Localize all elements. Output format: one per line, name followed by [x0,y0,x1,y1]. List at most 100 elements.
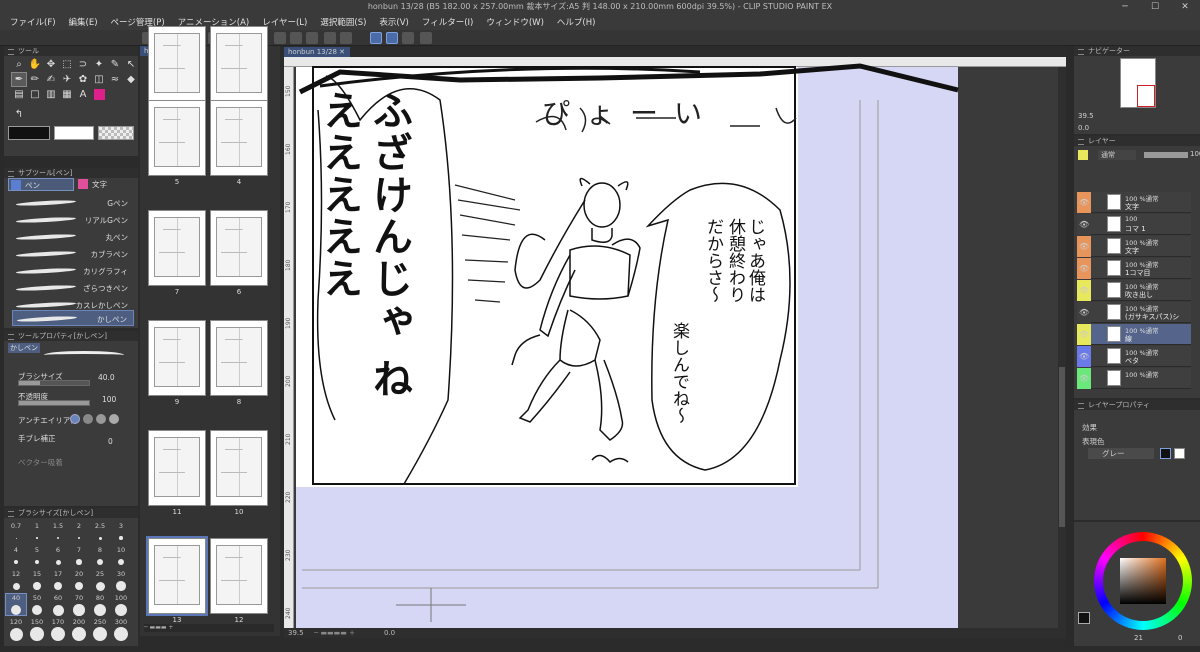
ruler-icon[interactable]: ▦ [60,88,74,101]
brush-size-cell[interactable]: 20 [69,570,89,591]
layer-opacity-value[interactable]: 100 [1190,150,1200,158]
canvas-scrollbar[interactable] [1058,67,1066,628]
subtool-tab-text[interactable]: 文字 [76,178,111,191]
transform-icon[interactable] [306,32,318,44]
brush-size-cell[interactable]: 0.7 [6,522,26,539]
brush-kabura-pen[interactable]: カブラペン [12,246,134,262]
brush-size-cell[interactable]: 1 [27,522,47,539]
brush-size-cell[interactable]: 10 [111,546,131,566]
page-thumbnail[interactable] [210,100,268,176]
brush-maru-pen[interactable]: 丸ペン [12,229,134,245]
maximize-icon[interactable]: ☐ [1140,0,1170,14]
eye-icon[interactable]: 👁 [1079,220,1089,229]
page-thumbnail[interactable] [210,210,268,286]
brush-size-cell[interactable]: 120 [6,618,26,641]
menu-window[interactable]: ウィンドウ(W) [486,16,544,28]
brush-size-cell[interactable]: 5 [27,546,47,565]
brush-size-cell[interactable]: 1.5 [48,522,68,539]
brush-size-cell[interactable]: 17 [48,570,68,590]
zoom-icon[interactable]: ⌕ [12,58,26,71]
eye-icon[interactable]: 👁 [1079,264,1089,273]
canvas-zoom-value[interactable]: 39.5 [288,628,304,638]
page-thumbnail[interactable] [148,320,206,396]
lasso-icon[interactable]: ⊃ [76,58,90,71]
snap-ruler-icon[interactable] [370,32,382,44]
layer-row[interactable]: 👁 100 %通常 文字 [1077,192,1191,213]
snap-grid-icon[interactable] [402,32,414,44]
brush-size-cell[interactable]: 30 [111,570,131,591]
brush-g-pen[interactable]: Gペン [12,195,134,211]
frame-icon[interactable]: ▥ [44,88,58,101]
decoration-icon[interactable]: ✿ [76,73,90,86]
layer-row[interactable]: 👁 100 %通常 文字 [1077,236,1191,257]
menu-view[interactable]: 表示(V) [379,16,408,28]
document-tab[interactable]: honbun 13/28 ✕ [284,47,350,57]
page-thumbnail[interactable] [148,26,206,102]
brush-size-cell[interactable]: 300 [111,618,131,641]
navigator-angle[interactable]: 0.0 [1078,124,1089,132]
page-thumbnail[interactable] [148,100,206,176]
navigator-preview[interactable] [1120,58,1156,108]
eraser-icon[interactable]: ◫ [92,73,106,86]
deselect-icon[interactable] [324,32,336,44]
brush-size-cell[interactable]: 70 [69,594,89,616]
eye-icon[interactable]: 👁 [1079,286,1089,295]
expr-black-swatch[interactable] [1160,448,1171,459]
layer-row[interactable]: 👁 100 %通常 吹き出し [1077,280,1191,301]
fill-icon[interactable] [290,32,302,44]
opacity-value[interactable]: 100 [102,395,116,404]
layer-row[interactable]: 👁 100 %通常 (ガサキスパス)シ [1077,302,1191,323]
close-icon[interactable]: ✕ [1170,0,1200,14]
page-thumbnail[interactable] [210,430,268,506]
menu-filter[interactable]: フィルター(I) [422,16,473,28]
brush-calligraphy[interactable]: カリグラフィ [12,263,134,279]
brush-size-cell[interactable]: 60 [48,594,68,616]
brush-size-cell[interactable]: 80 [90,594,110,616]
brush-size-cell[interactable]: 8 [90,546,110,565]
zoom-slider[interactable]: ─ ▬▬▬▬ + [314,628,355,638]
color-wheel[interactable] [1094,532,1192,630]
brush-size-cell[interactable]: 6 [48,546,68,565]
hand-icon[interactable]: ✋ [28,58,42,71]
layer-row[interactable]: 👁 100 %通常線 [1077,324,1191,345]
eye-icon[interactable]: 👁 [1079,242,1089,251]
clear-icon[interactable] [274,32,286,44]
eye-icon[interactable]: 👁 [1079,308,1089,317]
select-icon[interactable] [340,32,352,44]
page-thumbnail[interactable] [148,210,206,286]
menu-edit[interactable]: 編集(E) [69,16,98,28]
canvas-angle-value[interactable]: 0.0 [384,628,395,638]
color-pink-icon[interactable] [92,88,106,101]
brush-size-cell[interactable]: 7 [69,546,89,565]
brush-size-cell[interactable]: 4 [6,546,26,564]
brush-size-cell[interactable]: 12 [6,570,26,590]
eyedropper-icon[interactable]: ✎ [108,58,122,71]
brush-size-cell[interactable]: 40 [5,593,27,616]
main-color-chip[interactable] [1078,612,1090,624]
minimize-icon[interactable]: ─ [1110,0,1140,14]
brush-size-cell[interactable]: 2.5 [90,522,110,540]
device-icon[interactable] [420,32,432,44]
gradient-icon[interactable]: ▤ [12,88,26,101]
pencil-icon[interactable]: ✏ [28,73,42,86]
brush-size-cell[interactable]: 25 [90,570,110,591]
brush-size-cell[interactable]: 250 [90,618,110,641]
menu-selection[interactable]: 選択範囲(S) [320,16,366,28]
navigator-zoom[interactable]: 39.5 [1078,112,1094,120]
page-zoom-bar[interactable]: ─ ▬▬▬ + [144,624,274,632]
layer-row[interactable]: 👁 100 %通常 [1077,368,1191,389]
layer-row[interactable]: 👁 100 コマ 1 [1077,214,1191,235]
brush-size-cell[interactable]: 170 [48,618,68,641]
sub-color-swatch[interactable] [54,126,94,140]
eye-icon[interactable]: 👁 [1079,374,1089,383]
expr-white-swatch[interactable] [1174,448,1185,459]
brush-size-cell[interactable]: 200 [69,618,89,641]
brush-rough-pen[interactable]: ざらつきペン [12,280,134,296]
layer-color-swatch[interactable] [1078,150,1088,160]
snap-special-icon[interactable] [386,32,398,44]
balloon-icon[interactable]: ↰ [12,108,26,121]
select-tool-icon[interactable]: ⬚ [60,58,74,71]
layer-row[interactable]: 👁 100 %通常 1コマ目 [1077,258,1191,279]
move-icon[interactable]: ✥ [44,58,58,71]
menu-help[interactable]: ヘルプ(H) [557,16,596,28]
